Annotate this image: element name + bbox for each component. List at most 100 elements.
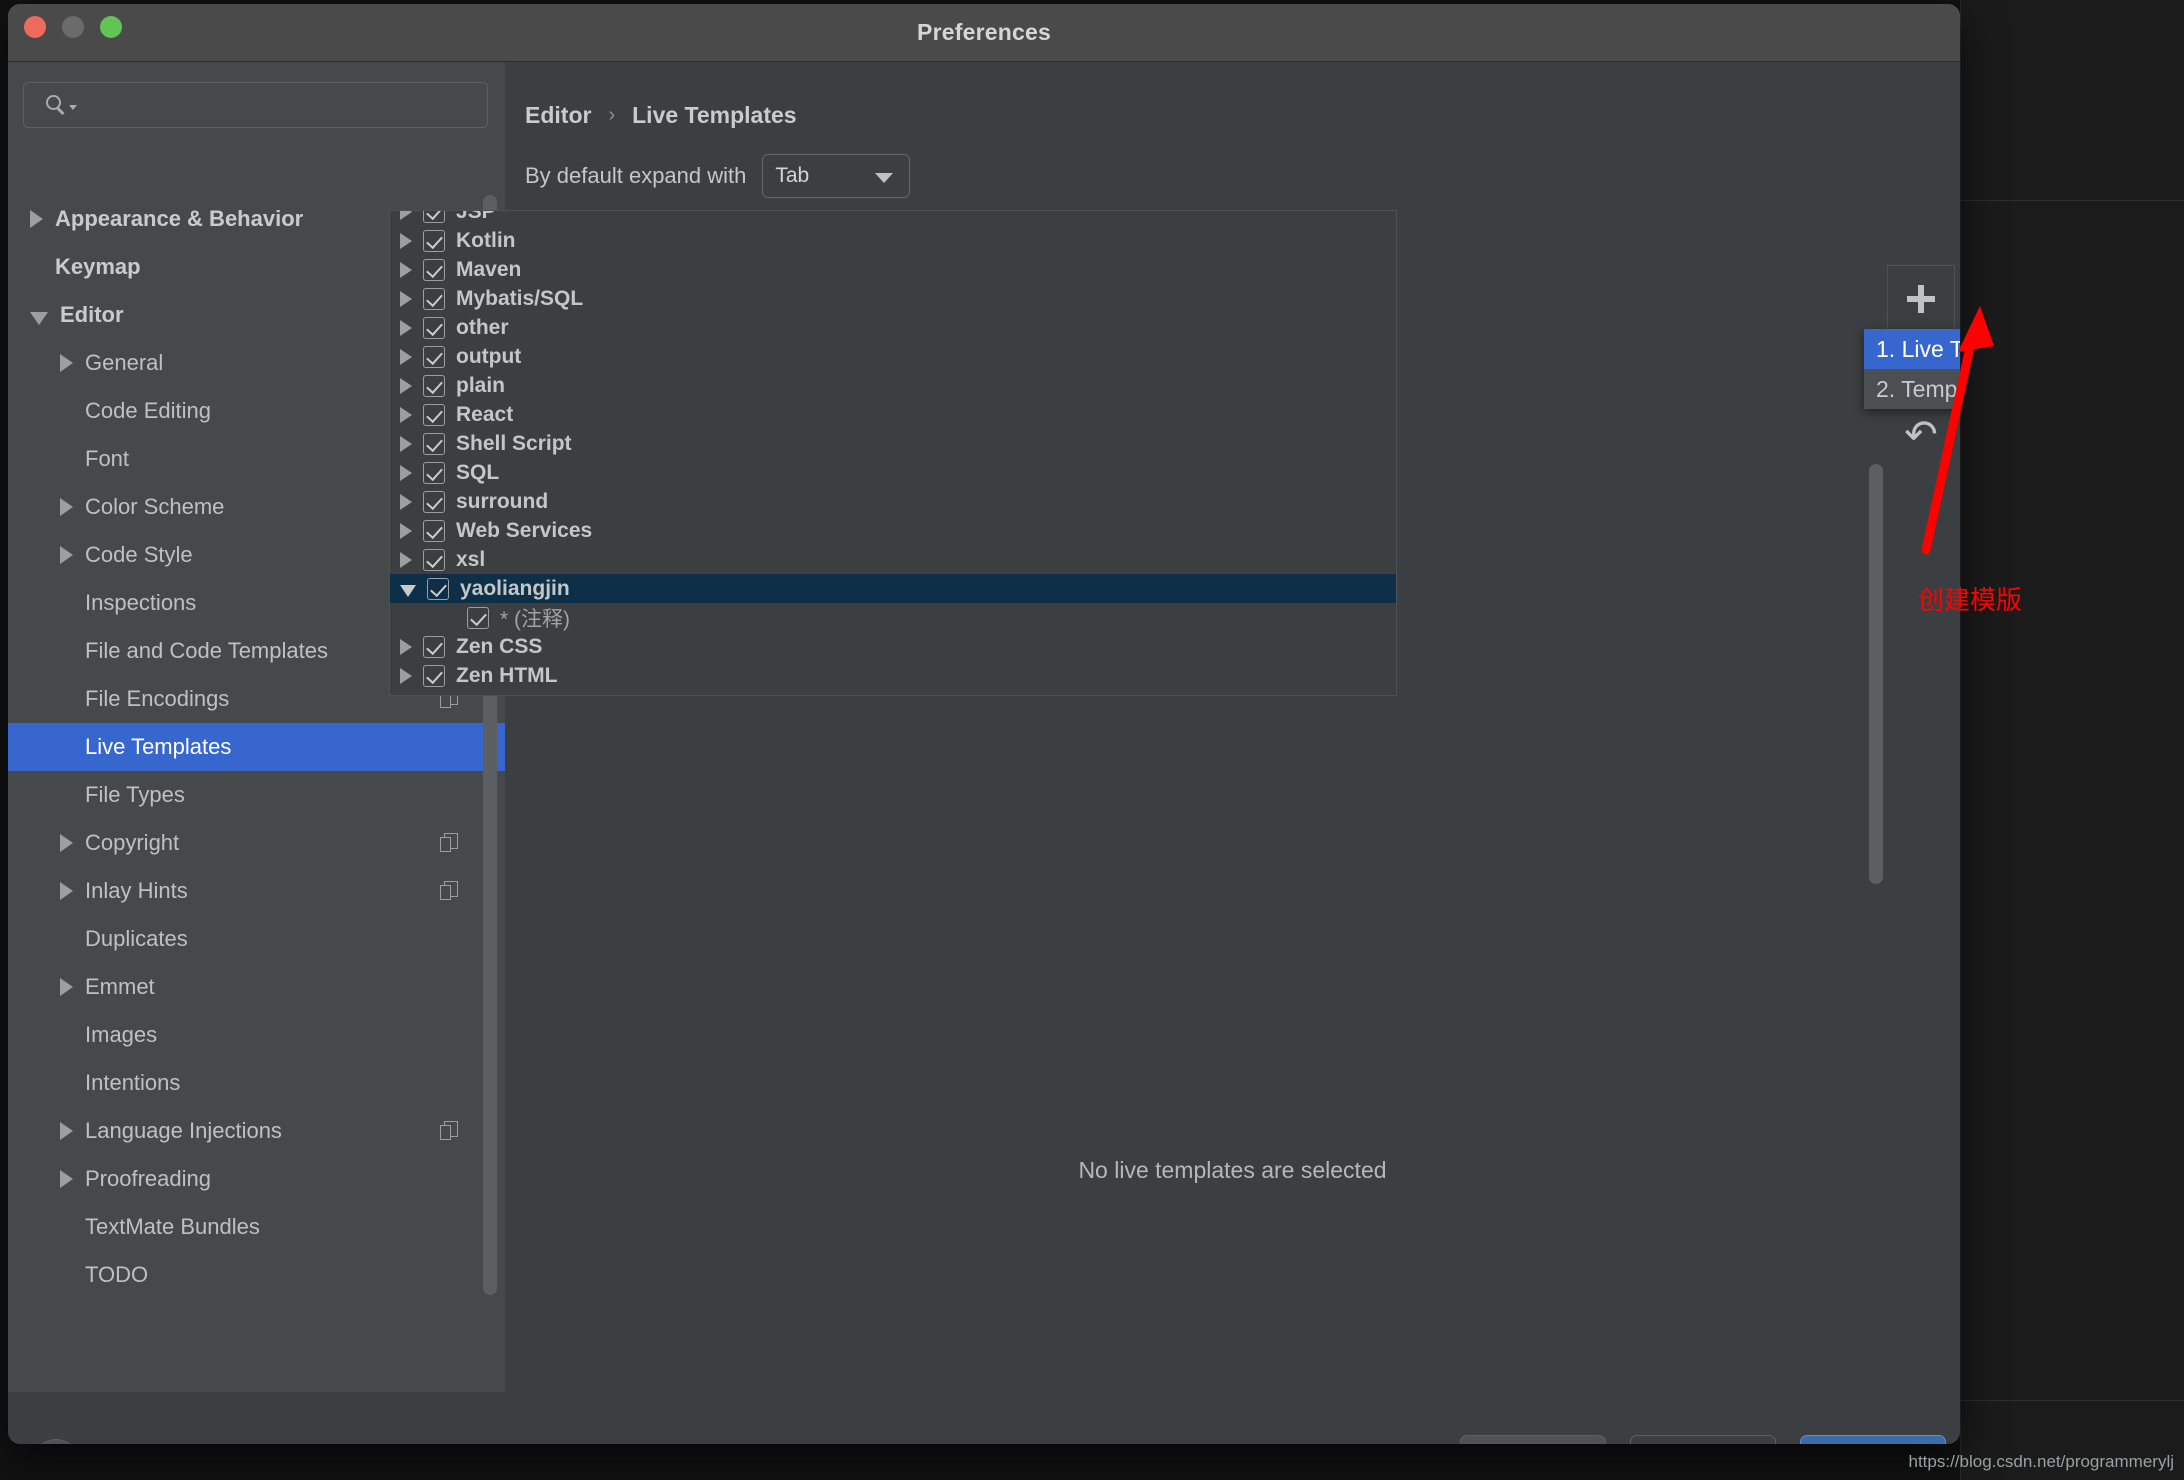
template-group-row[interactable]: React (390, 400, 1396, 429)
chevron-right-icon[interactable] (400, 232, 412, 249)
template-group-checkbox[interactable] (423, 374, 445, 397)
sidebar-item-copyright[interactable]: Copyright (8, 819, 505, 867)
tree-spacer-icon (30, 267, 43, 268)
template-group-checkbox[interactable] (423, 229, 445, 252)
breadcrumb-parent[interactable]: Editor (525, 102, 591, 129)
sidebar-item-label: Inlay Hints (85, 878, 188, 903)
template-group-checkbox[interactable] (423, 345, 445, 368)
template-group-row[interactable]: Zen HTML (390, 661, 1396, 690)
template-group-row[interactable]: Shell Script (390, 429, 1396, 458)
chevron-right-icon[interactable] (400, 551, 412, 568)
expand-with-select[interactable]: Tab (762, 154, 911, 198)
chevron-right-icon[interactable] (60, 498, 73, 516)
template-group-row[interactable]: Kotlin (390, 226, 1396, 255)
sidebar-item-file-types[interactable]: File Types (8, 771, 505, 819)
copy-settings-icon[interactable] (440, 1121, 459, 1141)
chevron-down-icon[interactable] (400, 584, 416, 597)
cancel-button[interactable]: Cancel (1460, 1435, 1606, 1444)
chevron-right-icon[interactable] (400, 319, 412, 336)
template-group-row[interactable]: xsl (390, 545, 1396, 574)
search-box[interactable] (23, 82, 488, 128)
copy-settings-icon[interactable] (440, 833, 459, 853)
sidebar-item-duplicates[interactable]: Duplicates (8, 915, 505, 963)
chevron-right-icon[interactable] (400, 261, 412, 278)
template-group-row[interactable]: output (390, 342, 1396, 371)
window-body: Appearance & Behavior Keymap Editor General… (8, 62, 1960, 1444)
template-group-checkbox[interactable] (423, 211, 445, 223)
template-group-checkbox[interactable] (423, 548, 445, 571)
template-group-row[interactable]: * (注释) (390, 603, 1396, 632)
help-button[interactable]: ? (33, 1439, 79, 1444)
sidebar-item-language-injections[interactable]: Language Injections (8, 1107, 505, 1155)
chevron-right-icon[interactable] (60, 546, 73, 564)
chevron-right-icon[interactable] (400, 377, 412, 394)
chevron-right-icon[interactable] (60, 1122, 73, 1140)
ok-button[interactable]: OK (1800, 1435, 1946, 1444)
chevron-right-icon[interactable] (400, 348, 412, 365)
sidebar-item-label: Inspections (85, 590, 197, 615)
template-group-row[interactable]: Zen CSS (390, 632, 1396, 661)
template-group-checkbox[interactable] (423, 664, 445, 687)
chevron-right-icon[interactable] (60, 978, 73, 996)
template-group-checkbox[interactable] (427, 577, 449, 600)
template-group-checkbox[interactable] (423, 432, 445, 455)
chevron-right-icon[interactable] (60, 882, 73, 900)
template-group-row[interactable]: Maven (390, 255, 1396, 284)
chevron-right-icon[interactable] (400, 290, 412, 307)
template-group-checkbox[interactable] (423, 519, 445, 542)
chevron-down-icon[interactable] (30, 311, 48, 325)
chevron-right-icon[interactable] (400, 638, 412, 655)
chevron-right-icon[interactable] (400, 406, 412, 423)
template-group-checkbox[interactable] (423, 490, 445, 513)
sidebar-item-textmate-bundles[interactable]: TextMate Bundles (8, 1203, 505, 1251)
sidebar-item-live-templates[interactable]: Live Templates (8, 723, 505, 771)
template-list-scrollbar-thumb[interactable] (1869, 464, 1883, 884)
search-input[interactable] (77, 94, 487, 116)
template-group-row[interactable]: SQL (390, 458, 1396, 487)
sidebar-item-label: Proofreading (85, 1166, 211, 1191)
sidebar-item-plugins[interactable]: Plugins (8, 1299, 505, 1300)
template-group-checkbox[interactable] (423, 461, 445, 484)
zoom-icon[interactable] (100, 16, 122, 38)
sidebar-item-todo[interactable]: TODO (8, 1251, 505, 1299)
template-group-row[interactable]: yaoliangjin (390, 574, 1396, 603)
template-group-row[interactable]: other (390, 313, 1396, 342)
chevron-right-icon[interactable] (400, 493, 412, 510)
chevron-right-icon[interactable] (400, 435, 412, 452)
template-group-row[interactable]: plain (390, 371, 1396, 400)
template-group-row[interactable]: Mybatis/SQL (390, 284, 1396, 313)
template-group-checkbox[interactable] (467, 606, 489, 629)
template-group-row[interactable]: Web Services (390, 516, 1396, 545)
sidebar-item-label: Font (85, 446, 130, 471)
chevron-right-icon[interactable] (400, 211, 412, 220)
sidebar-item-images[interactable]: Images (8, 1011, 505, 1059)
template-group-checkbox[interactable] (423, 635, 445, 658)
template-group-checkbox[interactable] (423, 258, 445, 281)
chevron-right-icon[interactable] (30, 210, 43, 228)
template-group-checkbox[interactable] (423, 287, 445, 310)
copy-settings-icon[interactable] (440, 881, 459, 901)
sidebar-item-inlay-hints[interactable]: Inlay Hints (8, 867, 505, 915)
minimize-icon[interactable] (62, 16, 84, 38)
chevron-right-icon[interactable] (400, 464, 412, 481)
chevron-right-icon[interactable] (60, 354, 73, 372)
sidebar-item-intentions[interactable]: Intentions (8, 1059, 505, 1107)
sidebar-item-label: Emmet (85, 974, 155, 999)
template-group-row[interactable]: surround (390, 487, 1396, 516)
breadcrumb: Editor › Live Templates (525, 102, 797, 129)
chevron-right-icon[interactable] (60, 1170, 73, 1188)
template-group-checkbox[interactable] (423, 403, 445, 426)
template-group-row[interactable]: JSP (390, 211, 1396, 226)
sidebar-item-label: Copyright (85, 830, 180, 855)
sidebar-item-proofreading[interactable]: Proofreading (8, 1155, 505, 1203)
sidebar-item-label: Color Scheme (85, 494, 225, 519)
close-icon[interactable] (24, 16, 46, 38)
sidebar-item-emmet[interactable]: Emmet (8, 963, 505, 1011)
chevron-right-icon[interactable] (400, 522, 412, 539)
chevron-right-icon[interactable] (400, 667, 412, 684)
annotation-arrow-icon (1921, 306, 1994, 555)
template-group-checkbox[interactable] (423, 316, 445, 339)
template-groups-list[interactable]: JSP Kotlin Maven Mybatis/SQL other output plai… (389, 210, 1397, 696)
tree-spacer-icon (60, 459, 73, 460)
chevron-right-icon[interactable] (60, 834, 73, 852)
